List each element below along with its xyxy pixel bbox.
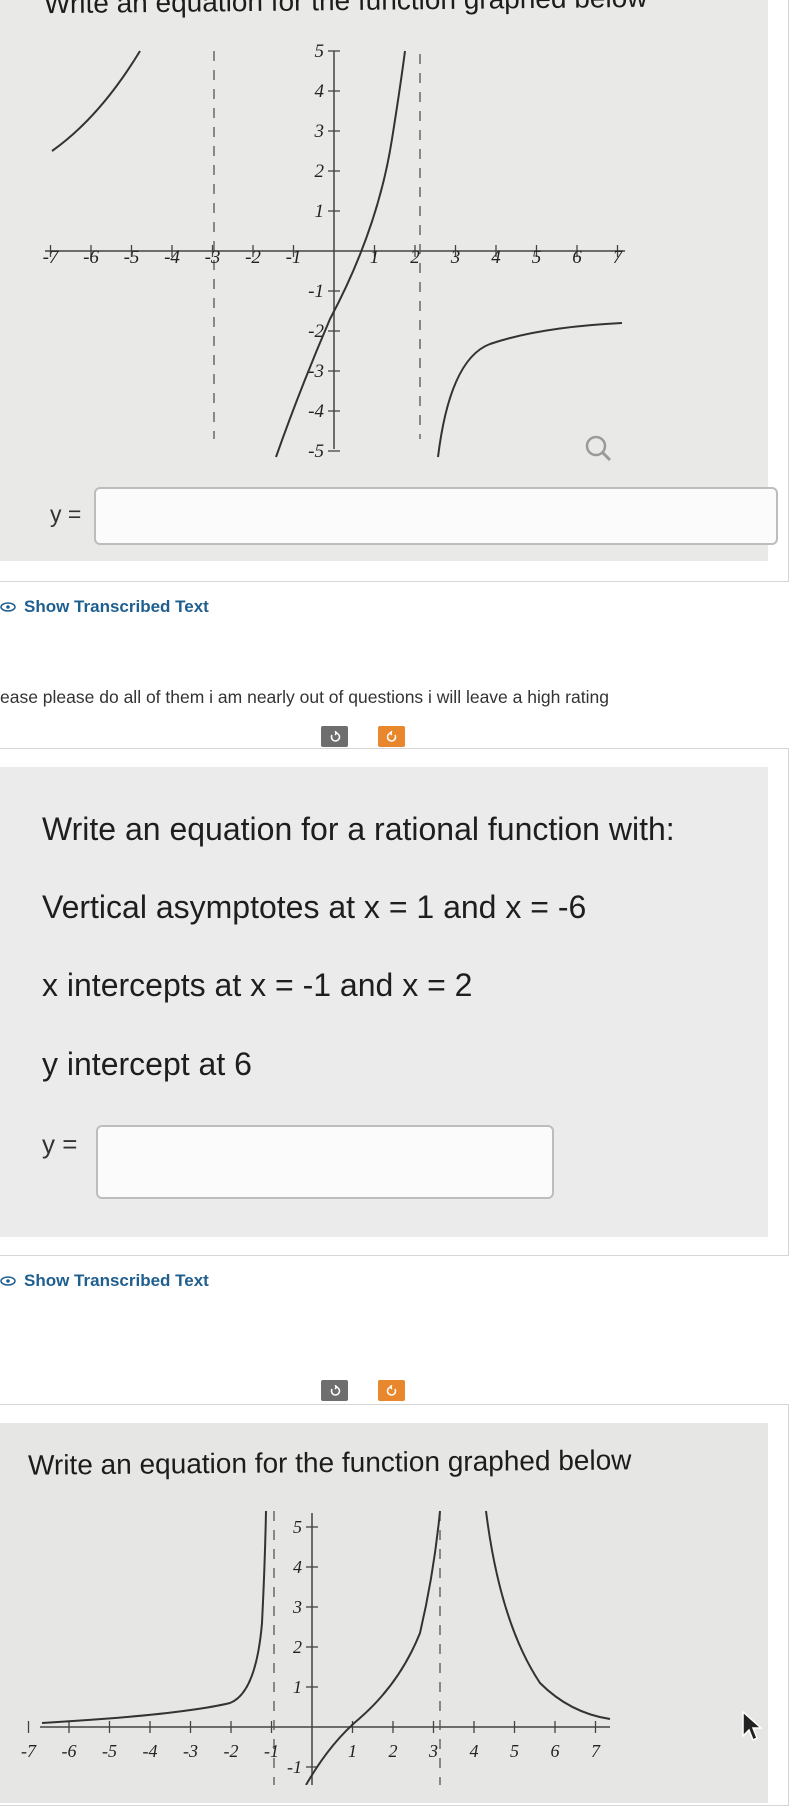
x-tick-label: -4 xyxy=(164,247,180,268)
x-tick-label: -3 xyxy=(183,1741,198,1761)
x-tick-label: 1 xyxy=(348,1741,357,1761)
x-tick-label: 4 xyxy=(491,247,501,268)
rotate-right-button[interactable] xyxy=(378,726,405,747)
answer-input-1[interactable] xyxy=(94,487,778,545)
x-tick-label: 4 xyxy=(470,1741,479,1761)
y-tick-label: 2 xyxy=(315,161,325,182)
x-tick-label: 3 xyxy=(450,247,461,268)
x-tick-label: -1 xyxy=(264,1741,279,1761)
x-tick-label: -5 xyxy=(124,247,140,268)
function-graph-3: -7 -6 -5 -4 -3 -2 -1 1 2 3 4 5 6 7 5 4 3 2 1 -1 xyxy=(21,1510,611,1785)
x-tick-label: -5 xyxy=(102,1741,117,1761)
x-tick-label: 6 xyxy=(572,247,582,268)
x-tick-label: -7 xyxy=(21,1741,37,1761)
eye-icon xyxy=(0,602,16,612)
x-tick-label: 7 xyxy=(613,247,624,268)
y-tick-label: -1 xyxy=(287,1757,302,1777)
rotate-left-icon xyxy=(330,1384,340,1396)
curve-middle-branch xyxy=(305,1510,441,1785)
magnifier-icon xyxy=(585,435,612,462)
x-tick-label: -6 xyxy=(83,247,99,268)
rotate-left-icon xyxy=(330,730,340,742)
y-tick-label: 5 xyxy=(293,1517,302,1537)
rotate-right-icon xyxy=(386,730,396,742)
x-tick-label: -2 xyxy=(245,247,261,268)
question-panel-3: Write an equation for the function graph… xyxy=(0,1404,789,1806)
rotate-right-button[interactable] xyxy=(378,1380,405,1401)
x-tick-label: -4 xyxy=(143,1741,158,1761)
x-tick-label: 5 xyxy=(510,1741,519,1761)
comment-text: ease please do all of them i am nearly o… xyxy=(0,687,609,707)
question-panel-1: Write an equation for the function graph… xyxy=(0,0,789,582)
answer-label-1: y = xyxy=(50,501,82,527)
eye-icon xyxy=(0,1276,16,1286)
show-transcribed-text-link-1[interactable]: Show Transcribed Text xyxy=(0,597,209,617)
show-transcribed-text-label: Show Transcribed Text xyxy=(24,597,209,616)
show-transcribed-text-link-2[interactable]: Show Transcribed Text xyxy=(0,1271,209,1291)
curve-left-branch xyxy=(51,50,141,152)
question-image-3: Write an equation for the function graph… xyxy=(0,1423,768,1803)
y-tick-label: 1 xyxy=(315,201,325,222)
x-tick-label: 6 xyxy=(551,1741,560,1761)
x-tick-label: 7 xyxy=(591,1741,601,1761)
answer-label-2: y = xyxy=(42,1129,78,1159)
x-tick-label: 2 xyxy=(410,247,420,268)
question-panel-2: Write an equation for a rational functio… xyxy=(0,748,789,1256)
question-line-1: Write an equation for a rational functio… xyxy=(42,811,675,847)
question-line-4: y intercept at 6 xyxy=(42,1046,252,1082)
rotate-right-icon xyxy=(386,1384,396,1396)
y-tick-label: 2 xyxy=(293,1637,302,1657)
y-tick-label: -5 xyxy=(308,441,324,462)
show-transcribed-text-label: Show Transcribed Text xyxy=(24,1271,209,1290)
x-tick-label: -3 xyxy=(205,247,221,268)
y-tick-label: 4 xyxy=(315,81,325,102)
x-tick-label: -7 xyxy=(43,247,60,268)
mouse-pointer-icon xyxy=(742,1710,763,1742)
y-tick-label: 3 xyxy=(314,121,325,142)
x-tick-label: -1 xyxy=(286,247,302,268)
y-tick-label: 1 xyxy=(293,1677,302,1697)
question-line-3: x intercepts at x = -1 and x = 2 xyxy=(42,967,473,1003)
question-image-1: Write an equation for the function graph… xyxy=(0,0,778,561)
x-tick-label: 3 xyxy=(428,1741,438,1761)
y-tick-label: -4 xyxy=(308,401,324,422)
curve-left-branch xyxy=(41,1510,267,1724)
rotate-left-button[interactable] xyxy=(321,1380,348,1401)
x-tick-label: -6 xyxy=(62,1741,77,1761)
function-graph-1: -7 -6 -5 -4 -3 -2 -1 1 2 3 4 5 6 754321-1-2-3-4-5 xyxy=(43,41,625,462)
x-tick-label: 2 xyxy=(389,1741,398,1761)
answer-input-2[interactable] xyxy=(96,1125,554,1199)
rotate-left-button[interactable] xyxy=(321,726,348,747)
x-tick-label: 1 xyxy=(370,247,380,268)
y-tick-label: 5 xyxy=(315,41,325,62)
y-tick-label: 3 xyxy=(292,1597,302,1617)
y-tick-label: 4 xyxy=(293,1557,302,1577)
question-line-2: Vertical asymptotes at x = 1 and x = -6 xyxy=(42,889,587,925)
x-tick-label: 5 xyxy=(532,247,542,268)
question-image-2: Write an equation for a rational functio… xyxy=(0,767,768,1237)
x-tick-label: -2 xyxy=(224,1741,239,1761)
y-tick-label: -1 xyxy=(308,281,324,302)
curve-right-branch xyxy=(485,1510,611,1720)
